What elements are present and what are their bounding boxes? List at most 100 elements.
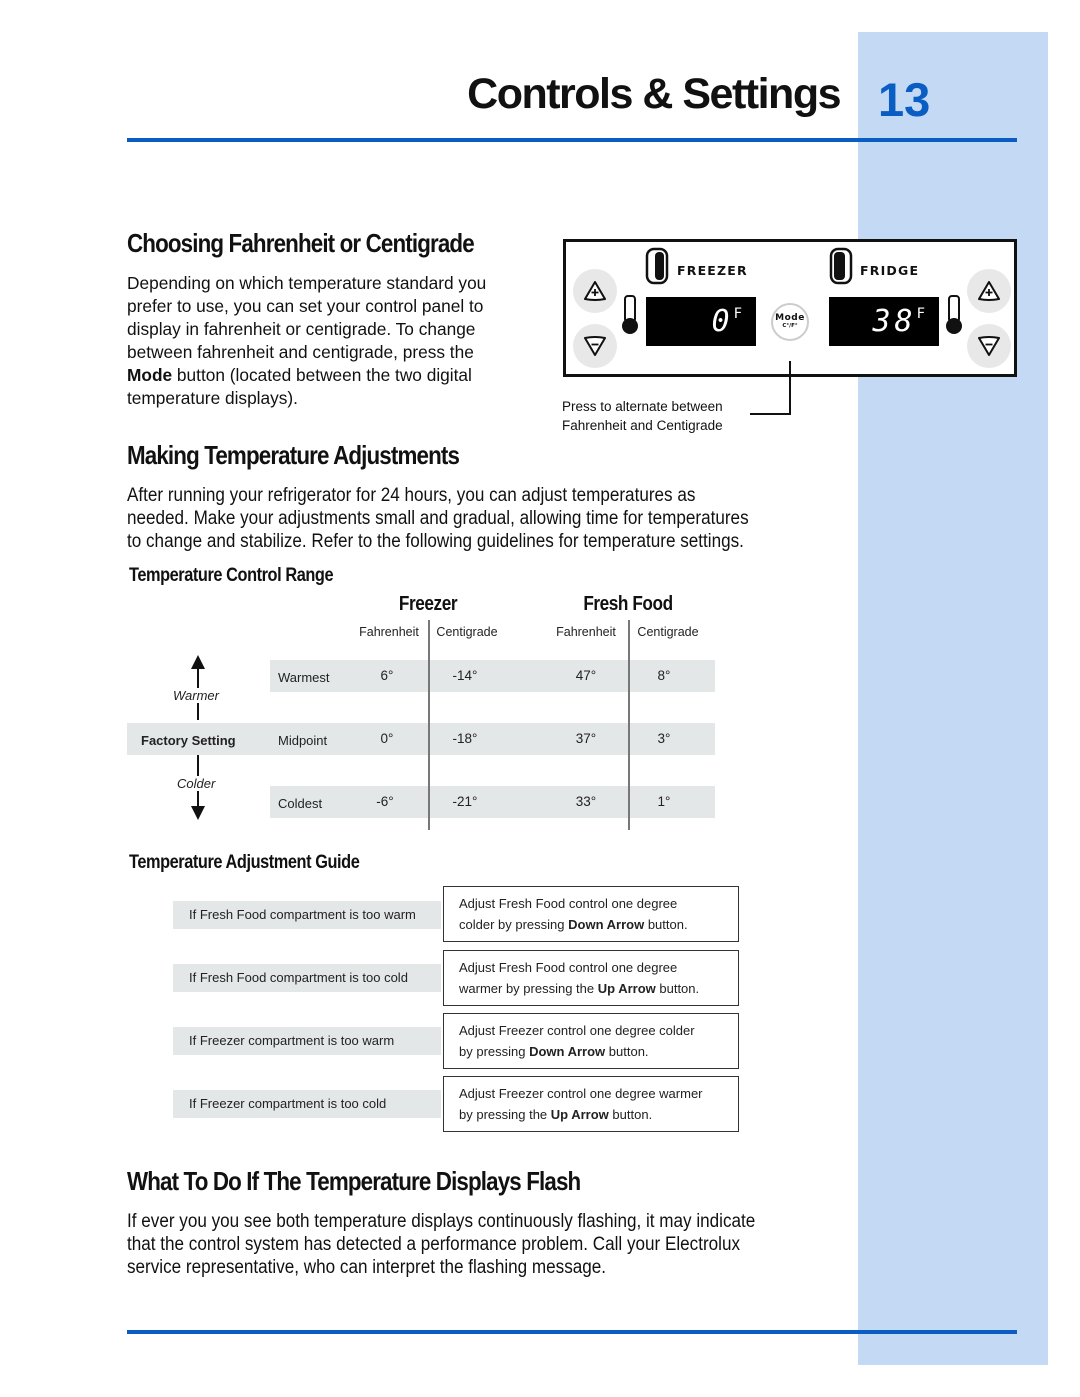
cell-value: 0° <box>380 731 394 746</box>
col-freezer-fahrenheit: Fahrenheit <box>359 625 419 639</box>
button-name: Up Arrow <box>597 981 656 996</box>
paragraph-line: temperature displays). <box>127 388 298 408</box>
cell-value: -14° <box>452 668 478 683</box>
cell-value: -21° <box>452 794 478 809</box>
guide-action: Adjust Fresh Food control one degree col… <box>443 886 739 942</box>
page-number: 13 <box>878 73 931 126</box>
group-freezer: Freezer <box>398 593 458 615</box>
freezer-door-icon <box>645 247 669 285</box>
row-label-midpoint: Midpoint <box>278 733 328 748</box>
action-line: Adjust Fresh Food control one degree <box>459 960 678 975</box>
paragraph-line: Mode button (located between the two dig… <box>127 364 547 387</box>
cell-value: 47° <box>575 668 597 683</box>
action-line: by pressing Down Arrow button. <box>459 1041 738 1062</box>
thermometer-icon <box>946 295 962 334</box>
plus-triangle-up-icon <box>978 281 1000 301</box>
fridge-temp-unit: F <box>916 305 925 322</box>
mode-term: Mode <box>127 365 173 385</box>
paragraph-line: If ever you you see both temperature dis… <box>127 1211 756 1232</box>
guide-condition: If Freezer compartment is too cold <box>173 1090 441 1118</box>
heading-control-range: Temperature Control Range <box>129 565 334 586</box>
arrow-down-icon <box>191 806 205 820</box>
action-text: button. <box>655 981 700 996</box>
paragraph-line: that the control system has detected a p… <box>127 1234 741 1255</box>
col-freshfood-centigrade: Centigrade <box>637 625 699 639</box>
freezer-up-button[interactable] <box>573 269 617 313</box>
guide-action: Adjust Freezer control one degree warmer… <box>443 1076 739 1132</box>
cell-value: 8° <box>657 668 671 683</box>
cell-value: 6° <box>380 668 394 683</box>
action-text: by pressing <box>459 1044 530 1059</box>
cell-value: 1° <box>657 794 671 809</box>
freezer-display: 0F <box>646 297 756 346</box>
paragraph-text: button (located between the two digital <box>172 365 472 385</box>
thermometer-icon <box>622 295 638 334</box>
guide-condition: If Fresh Food compartment is too cold <box>173 964 441 992</box>
freezer-temp-unit: F <box>733 305 742 322</box>
action-text: button. <box>608 1107 653 1122</box>
flash-paragraph: If ever you you see both temperature dis… <box>127 1210 825 1279</box>
action-line: Adjust Fresh Food control one degree <box>459 896 678 911</box>
paragraph-line: prefer to use, you can set your control … <box>127 296 484 316</box>
heading-displays-flash: What To Do If The Temperature Displays F… <box>127 1166 581 1196</box>
guide-action: Adjust Fresh Food control one degree war… <box>443 950 739 1006</box>
freshfood-column-divider <box>628 620 630 830</box>
mode-sublabel: C°/F° <box>782 323 798 329</box>
warmer-label: Warmer <box>172 688 220 703</box>
cell-value: 33° <box>575 794 597 809</box>
action-line: Adjust Freezer control one degree warmer <box>459 1086 703 1101</box>
cell-value: -6° <box>376 794 394 809</box>
guide-condition: If Fresh Food compartment is too warm <box>173 901 441 929</box>
paragraph-line: to change and stabilize. Refer to the fo… <box>127 531 744 552</box>
fahrenheit-paragraph: Depending on which temperature standard … <box>127 272 547 410</box>
mode-label: Mode <box>775 313 805 323</box>
guide-condition: If Freezer compartment is too warm <box>173 1027 441 1055</box>
row-label-coldest: Coldest <box>278 796 323 811</box>
fridge-temp-value: 38 <box>872 304 917 339</box>
freezer-column-divider <box>428 620 430 830</box>
action-text: warmer by pressing the <box>459 981 598 996</box>
freezer-down-button[interactable] <box>573 324 617 368</box>
arrow-up-icon <box>191 655 205 669</box>
action-line: colder by pressing Down Arrow button. <box>459 914 738 935</box>
minus-triangle-down-icon <box>978 336 1000 356</box>
paragraph-line: needed. Make your adjustments small and … <box>127 508 749 529</box>
action-line: by pressing the Up Arrow button. <box>459 1104 738 1125</box>
cell-value: -18° <box>452 731 478 746</box>
minus-triangle-down-icon <box>584 336 606 356</box>
action-text: colder by pressing <box>459 917 569 932</box>
button-name: Down Arrow <box>568 917 645 932</box>
callout-leader-vertical <box>789 361 791 415</box>
col-freshfood-fahrenheit: Fahrenheit <box>556 625 616 639</box>
plus-triangle-up-icon <box>584 281 606 301</box>
action-text: button. <box>605 1044 649 1059</box>
button-name: Up Arrow <box>550 1107 609 1122</box>
action-line: warmer by pressing the Up Arrow button. <box>459 978 738 999</box>
row-label-warmest: Warmest <box>278 670 330 685</box>
colder-label: Colder <box>176 776 217 791</box>
col-freezer-centigrade: Centigrade <box>436 625 498 639</box>
page-sidebar-band <box>858 32 1048 1365</box>
control-panel-diagram: FREEZER 0F Mode C°/F° FRIDGE 38 F <box>563 239 1017 377</box>
cell-value: 37° <box>575 731 597 746</box>
header-rule <box>127 138 1017 142</box>
callout-line: Fahrenheit and Centigrade <box>562 418 723 433</box>
action-text: button. <box>644 917 688 932</box>
fridge-up-button[interactable] <box>967 269 1011 313</box>
mode-button[interactable]: Mode C°/F° <box>771 303 809 341</box>
freezer-temp-value: 0 <box>711 304 734 339</box>
paragraph-line: display in fahrenheit or centigrade. To … <box>127 319 476 339</box>
paragraph-line: service representative, who can interpre… <box>127 1257 607 1278</box>
heading-temperature-adjustments: Making Temperature Adjustments <box>127 440 460 470</box>
adjust-paragraph: After running your refrigerator for 24 h… <box>127 484 818 553</box>
page-title: Controls & Settings <box>467 70 841 118</box>
footer-rule <box>127 1330 1017 1334</box>
heading-fahrenheit-centigrade: Choosing Fahrenheit or Centigrade <box>127 228 475 258</box>
cell-value: 3° <box>657 731 671 746</box>
heading-adjustment-guide: Temperature Adjustment Guide <box>129 852 360 873</box>
fridge-down-button[interactable] <box>967 324 1011 368</box>
fridge-door-icon <box>829 247 853 285</box>
paragraph-line: Depending on which temperature standard … <box>127 273 487 293</box>
button-name: Down Arrow <box>529 1044 606 1059</box>
guide-action: Adjust Freezer control one degree colder… <box>443 1013 739 1069</box>
